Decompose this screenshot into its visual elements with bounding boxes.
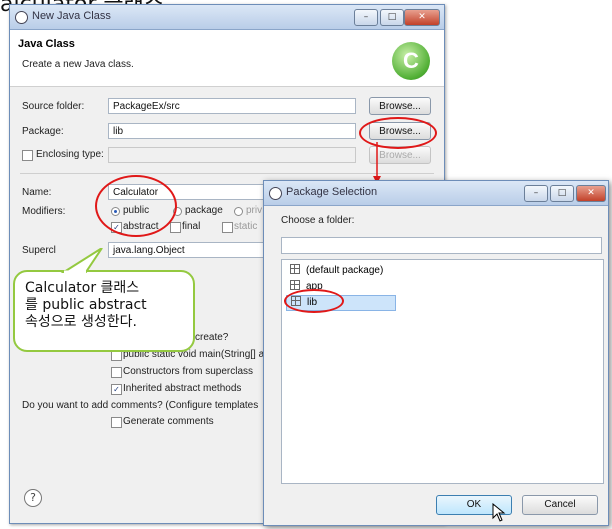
- generate-comments-label: Generate comments: [123, 416, 214, 427]
- highlight-ellipse-name-modifiers: [95, 175, 177, 237]
- dialog-minimize-button[interactable]: –: [524, 185, 548, 202]
- package-selection-dialog: Package Selection – □ ✕ Choose a folder:…: [263, 180, 609, 526]
- maximize-button[interactable]: □: [380, 9, 404, 26]
- package-label: Package:: [22, 126, 64, 137]
- dialog-maximize-button[interactable]: □: [550, 185, 574, 202]
- source-folder-label: Source folder:: [22, 101, 85, 112]
- help-icon[interactable]: ?: [24, 489, 42, 507]
- annotation-callout: Calculator 클래스 를 public abstract 속성으로 생성…: [13, 270, 195, 352]
- modifier-static-label: static: [234, 221, 258, 232]
- java-class-logo-icon: C: [392, 42, 430, 80]
- modifiers-label: Modifiers:: [22, 206, 66, 217]
- modifier-final-label: final: [182, 221, 201, 232]
- wizard-subtitle: Create a new Java class.: [22, 59, 134, 70]
- modifier-static-checkbox[interactable]: [222, 222, 233, 233]
- close-button[interactable]: ✕: [404, 9, 440, 26]
- superclass-label: Supercl: [22, 245, 56, 256]
- dialog-title: Package Selection: [286, 186, 378, 198]
- stub-constructors-checkbox[interactable]: [111, 367, 122, 378]
- generate-comments-checkbox[interactable]: [111, 417, 122, 428]
- dialog-title-bar: Package Selection – □ ✕: [264, 181, 608, 206]
- highlight-ellipse-lib: [284, 289, 344, 313]
- modifier-final-checkbox[interactable]: [170, 222, 181, 233]
- callout-text: Calculator 클래스 를 public abstract 속성으로 생성…: [25, 280, 147, 331]
- dialog-close-button[interactable]: ✕: [576, 185, 606, 202]
- package-field[interactable]: lib: [108, 123, 356, 139]
- enclosing-type-field: [108, 147, 356, 163]
- choose-folder-label: Choose a folder:: [281, 215, 355, 226]
- cancel-button[interactable]: Cancel: [522, 495, 598, 515]
- modifier-package-label: package: [185, 205, 223, 216]
- callout-pointer: [60, 248, 103, 274]
- stub-inherited-checkbox[interactable]: ✓: [111, 384, 122, 395]
- modifier-private-label: priv: [246, 205, 263, 216]
- callout-line-3: 속성으로 생성한다.: [25, 314, 137, 330]
- title-bar: New Java Class – □ ✕: [10, 5, 444, 30]
- minimize-button[interactable]: –: [354, 9, 378, 26]
- wizard-header: Java Class Create a new Java class. C: [10, 30, 444, 87]
- enclosing-type-label: Enclosing type:: [36, 149, 104, 160]
- stub-inherited-label: Inherited abstract methods: [123, 383, 242, 394]
- callout-line-2: 를 public abstract: [25, 297, 147, 313]
- callout-line-1: Calculator 클래스: [25, 280, 140, 296]
- package-icon: [290, 280, 300, 290]
- method-stubs-question: create?: [195, 332, 229, 343]
- wizard-title: Java Class: [18, 38, 75, 50]
- stub-constructors-label: Constructors from superclass: [123, 366, 254, 377]
- tree-item-default-package[interactable]: (default package): [290, 264, 383, 278]
- comments-question: Do you want to add comments? (Configure …: [22, 400, 259, 411]
- source-folder-field[interactable]: PackageEx/src: [108, 98, 356, 114]
- source-folder-browse-button[interactable]: Browse...: [369, 97, 431, 115]
- enclosing-type-checkbox[interactable]: [22, 150, 33, 161]
- superclass-field[interactable]: java.lang.Object: [108, 242, 278, 258]
- package-icon: [290, 264, 300, 274]
- name-label: Name:: [22, 187, 52, 198]
- modifier-private-radio[interactable]: [234, 207, 243, 216]
- eclipse-app-icon: [15, 11, 28, 24]
- eclipse-app-icon: [269, 187, 282, 200]
- package-filter-input[interactable]: [281, 237, 602, 254]
- tree-item-label: (default package): [306, 265, 384, 276]
- mouse-cursor-icon: [492, 503, 506, 522]
- window-title: New Java Class: [32, 10, 111, 22]
